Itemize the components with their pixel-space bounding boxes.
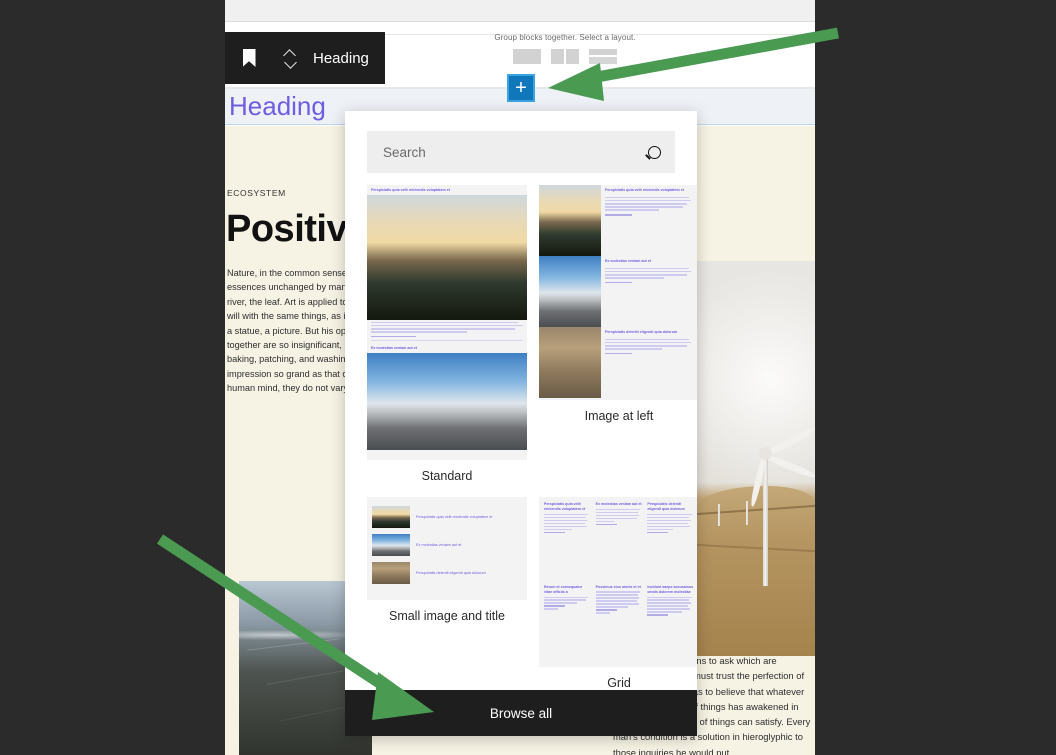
pattern-preview-image-at-left[interactable]: Perspiciatis quia velit reiciendis volup…: [539, 185, 697, 400]
preview-image-sunset-valley: [539, 185, 601, 256]
block-type-bookmark-icon[interactable]: [225, 32, 273, 84]
rows-layout-icon[interactable]: [589, 49, 617, 64]
block-mover[interactable]: [273, 32, 307, 84]
pattern-grid: Perspiciatis quia velit reiciendis volup…: [367, 185, 697, 690]
preview-title: Perspiciatis deleniti eligendi quia dolo…: [416, 570, 486, 575]
turbine-mast-far: [718, 504, 720, 526]
add-block-button[interactable]: +: [507, 74, 535, 102]
inserter-search-wrap: [345, 111, 697, 185]
search-input[interactable]: [381, 143, 648, 161]
preview-title: Ex molestias veniam aut et: [605, 259, 651, 263]
turbine-mast-far: [746, 501, 748, 525]
grid-cell: Incidunt saepe accusamus omnis dolorem m…: [647, 585, 694, 663]
block-type-label: Heading: [313, 49, 369, 67]
preview-image-sunset-valley: [372, 506, 410, 528]
grid-cell: Rerum et consequatur vitae officiis a: [544, 585, 591, 663]
search-field[interactable]: [367, 131, 675, 173]
preview-title: Ex molestias veniam aut et: [371, 346, 417, 351]
turbine-blade: [764, 453, 815, 480]
wind-turbine-photo: [696, 261, 815, 656]
magnifier-icon: [648, 145, 661, 159]
preview-title: Perspiciatis deleniti eligendi quia dolo…: [647, 502, 685, 512]
grid-cell: Perspiciatis deleniti eligendi quia dolo…: [647, 502, 694, 580]
preview-title: Ex molestias veniam aut et: [416, 542, 462, 547]
preview-title: Perspiciatis quia velit reiciendis volup…: [371, 188, 450, 192]
bookmark-icon: [242, 49, 256, 67]
preview-title: Possimus eius omnis et et: [595, 584, 641, 589]
turbine-mast: [763, 456, 768, 586]
grid-cell: Ex molestias veniam aut et: [595, 502, 643, 580]
preview-image-winter-road-turbines: [539, 256, 601, 327]
single-column-layout-icon[interactable]: [513, 49, 541, 64]
canvas-top-strip: [225, 0, 815, 22]
pattern-grid-layout[interactable]: Perspiciatis quia velit reiciendis volup…: [539, 497, 697, 690]
heading-block-text: Heading: [229, 91, 326, 121]
pattern-list: Perspiciatis quia velit reiciendis volup…: [345, 185, 697, 690]
layout-options: [470, 49, 660, 64]
preview-image-sunset-valley: [367, 195, 527, 320]
move-down-icon[interactable]: [285, 60, 296, 67]
preview-image-desk-flatlay: [372, 562, 410, 584]
pattern-small-image-and-title[interactable]: Perspiciatis quia velit reiciendis volup…: [367, 497, 527, 690]
preview-title: Perspiciatis quia velit reiciendis volup…: [544, 502, 586, 512]
grid-cell: Possimus eius omnis et et: [595, 584, 643, 663]
ridge-line: [279, 705, 352, 722]
layout-hint: Group blocks together. Select a layout.: [470, 33, 660, 64]
preview-image-desk-flatlay: [539, 327, 601, 398]
browse-all-button[interactable]: Browse all: [345, 690, 697, 736]
article-eyebrow: ECOSYSTEM: [227, 188, 286, 198]
preview-image-winter-road-turbines: [372, 534, 410, 556]
preview-title: Perspiciatis quia velit reiciendis volup…: [605, 188, 684, 192]
turbine-hub: [759, 447, 772, 460]
pattern-preview-small-image-and-title[interactable]: Perspiciatis quia velit reiciendis volup…: [367, 497, 527, 600]
pattern-image-at-left[interactable]: Perspiciatis quia velit reiciendis volup…: [539, 185, 697, 483]
pattern-preview-standard[interactable]: Perspiciatis quia velit reiciendis volup…: [367, 185, 527, 460]
layout-hint-text: Group blocks together. Select a layout.: [494, 33, 636, 42]
pattern-caption: Standard: [421, 469, 473, 483]
pattern-preview-grid[interactable]: Perspiciatis quia velit reiciendis volup…: [539, 497, 697, 667]
preview-title: Rerum et consequatur vitae officiis a: [544, 584, 583, 594]
preview-title: Perspiciatis deleniti eligendi quia dolo…: [605, 330, 678, 334]
block-toolbar: Heading: [225, 32, 385, 84]
ridge-line: [266, 670, 345, 685]
block-inserter-popover: Perspiciatis quia velit reiciendis volup…: [345, 111, 697, 736]
two-column-layout-icon[interactable]: [551, 49, 579, 64]
preview-title: Ex molestias veniam aut et: [595, 502, 642, 506]
preview-image-winter-road-turbines: [367, 353, 527, 451]
pattern-caption: Grid: [607, 676, 631, 690]
grid-cell: Perspiciatis quia velit reiciendis volup…: [544, 502, 591, 580]
pattern-caption: Small image and title: [388, 609, 506, 623]
preview-title: Incidunt saepe accusamus omnis dolorem m…: [647, 584, 694, 594]
preview-title: Perspiciatis quia velit reiciendis volup…: [416, 514, 493, 519]
pattern-standard[interactable]: Perspiciatis quia velit reiciendis volup…: [367, 185, 527, 483]
pattern-caption: Image at left: [584, 409, 654, 423]
